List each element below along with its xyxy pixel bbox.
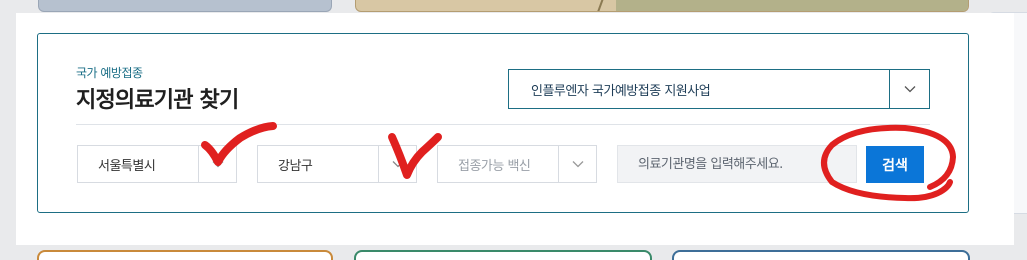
search-button[interactable]: 검색 <box>866 146 924 183</box>
section-subtitle: 국가 예방접종 <box>76 66 143 80</box>
program-select-value: 인플루엔자 국가예방접종 지원사업 <box>531 83 711 99</box>
background-card-top-left <box>38 0 332 12</box>
facility-search-box <box>37 33 969 213</box>
chevron-down-icon[interactable] <box>378 146 416 182</box>
divider <box>76 124 930 125</box>
chevron-down-icon[interactable] <box>198 146 236 182</box>
vaccine-select-value: 접종가능 백신 <box>458 158 531 174</box>
background-card-bottom-3 <box>672 250 970 260</box>
page-title: 지정의료기관 찾기 <box>76 88 239 113</box>
background-card-bottom-1 <box>37 250 333 260</box>
facility-name-input[interactable] <box>617 145 857 183</box>
district-select[interactable]: 강남구 <box>257 145 417 183</box>
district-select-value: 강남구 <box>278 158 313 174</box>
chevron-down-icon[interactable] <box>558 146 596 182</box>
background-card-bottom-2 <box>354 250 652 260</box>
vaccine-select[interactable]: 접종가능 백신 <box>437 145 597 183</box>
city-select[interactable]: 서울특별시 <box>77 145 237 183</box>
program-select[interactable]: 인플루엔자 국가예방접종 지원사업 <box>508 69 930 109</box>
city-select-value: 서울특별시 <box>98 158 156 174</box>
background-card-top-banner <box>355 0 969 12</box>
chevron-down-icon[interactable] <box>889 70 929 108</box>
